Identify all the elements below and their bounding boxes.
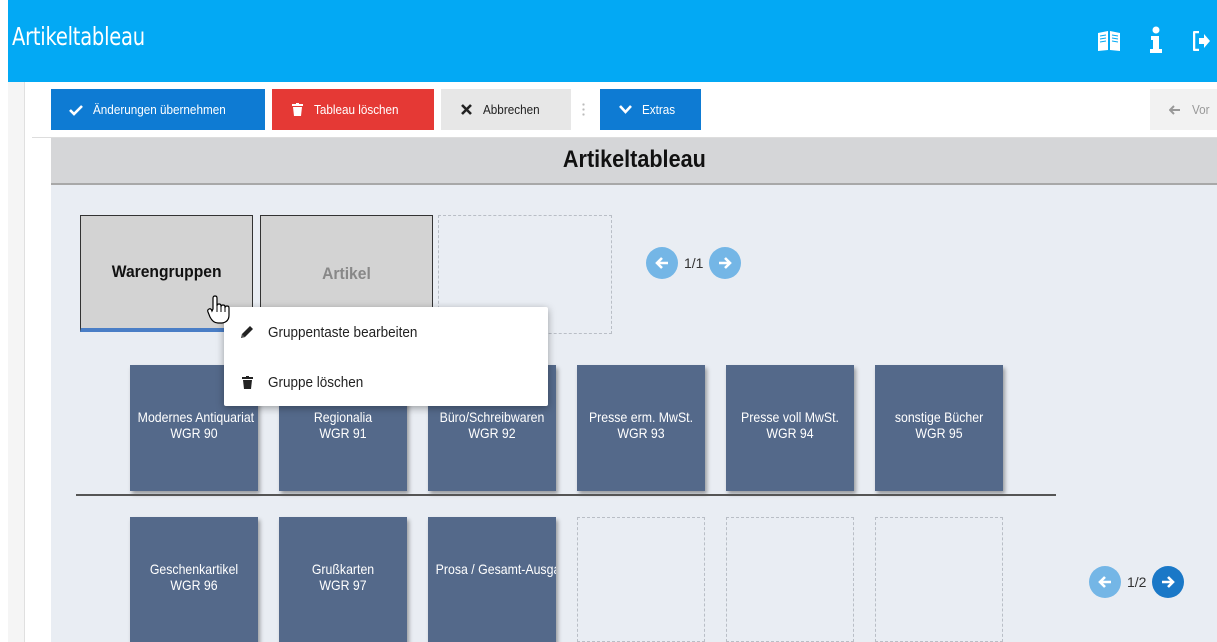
tile-code: WGR 97 [319, 577, 367, 593]
book-icon[interactable] [1097, 30, 1121, 57]
group-tile-wgr97[interactable]: Grußkarten WGR 97 [279, 517, 407, 642]
tile-code: WGR 91 [319, 425, 367, 441]
toolbar-separator [582, 102, 585, 118]
menu-item-delete-group[interactable]: Gruppe löschen [224, 363, 548, 401]
tabs-prev-button[interactable] [646, 247, 678, 279]
tile-name: Büro/Schreibwaren [439, 409, 545, 425]
logout-icon[interactable] [1192, 30, 1211, 56]
info-icon[interactable] [1149, 26, 1163, 59]
tile-name: Modernes Antiquariat [137, 409, 255, 425]
group-tile-wgr95[interactable]: sonstige Bücher WGR 95 [875, 365, 1003, 491]
next-button[interactable]: Vor [1150, 89, 1217, 130]
tableau-header: Artikeltableau [51, 138, 1217, 185]
tile-name: Regionalia [313, 409, 373, 425]
chevron-down-icon [618, 105, 632, 114]
arrow-right-icon [1162, 576, 1176, 588]
tabs-page-indicator: 1/1 [684, 255, 704, 271]
delete-tableau-label: Tableau löschen [314, 102, 399, 117]
close-icon [459, 104, 473, 115]
context-menu: Gruppentaste bearbeiten Gruppe löschen [224, 307, 548, 406]
menu-item-edit-group[interactable]: Gruppentaste bearbeiten [224, 313, 548, 351]
arrow-left-icon [1098, 576, 1111, 588]
extras-label: Extras [642, 102, 676, 117]
pencil-icon [240, 325, 254, 339]
group-tile-wgr96[interactable]: Geschenkartikel WGR 96 [130, 517, 258, 642]
tiles-page-indicator: 1/2 [1127, 574, 1147, 590]
row-divider [76, 494, 1056, 496]
next-label: Vor [1192, 102, 1210, 117]
tile-code: WGR 96 [170, 577, 218, 593]
arrow-left-icon [1168, 104, 1182, 115]
tile-code: WGR 90 [170, 425, 218, 441]
tile-name: Geschenkartikel [149, 561, 239, 577]
tiles-next-button[interactable] [1152, 566, 1185, 598]
group-tile-wgr94[interactable]: Presse voll MwSt. WGR 94 [726, 365, 854, 491]
tab-artikel-label: Artikel [322, 263, 371, 283]
tab-warengruppen-label: Warengruppen [111, 262, 222, 281]
left-gutter [8, 82, 25, 642]
empty-tile-slot[interactable] [875, 517, 1003, 642]
tile-code: WGR 95 [915, 425, 963, 441]
app-root: Artikeltableau Änderungen übernehmen Tab… [0, 0, 1217, 642]
tile-name: Prosa / Gesamt-Ausgaben [435, 561, 556, 577]
trash-icon [290, 103, 304, 116]
tile-code: WGR 92 [468, 425, 516, 441]
app-header: Artikeltableau [8, 0, 1217, 82]
apply-changes-label: Änderungen übernehmen [93, 102, 226, 117]
trash-icon [240, 375, 254, 389]
menu-item-label: Gruppentaste bearbeiten [268, 323, 418, 341]
tabs-pager: 1/1 [646, 247, 742, 279]
tile-code: WGR 93 [617, 425, 665, 441]
hand-cursor-icon [206, 295, 232, 330]
arrow-right-icon [719, 257, 733, 269]
group-tile-wgr93[interactable]: Presse erm. MwSt. WGR 93 [577, 365, 705, 491]
cancel-button[interactable]: Abbrechen [441, 89, 571, 130]
tile-name: sonstige Bücher [894, 409, 984, 425]
arrow-left-icon [655, 257, 668, 269]
extras-button[interactable]: Extras [600, 89, 701, 130]
tableau-title: Artikeltableau [562, 146, 706, 173]
tile-name: Presse erm. MwSt. [588, 409, 694, 425]
tile-code: WGR 94 [766, 425, 814, 441]
empty-tile-slot[interactable] [726, 517, 854, 642]
tiles-prev-button[interactable] [1089, 566, 1121, 598]
app-title: Artikeltableau [12, 22, 145, 51]
group-tile-prosa[interactable]: Prosa / Gesamt-Ausgaben [428, 517, 556, 642]
empty-tile-slot[interactable] [577, 517, 705, 642]
tile-name: Grußkarten [311, 561, 375, 577]
tabs-next-button[interactable] [709, 247, 742, 279]
tiles-pager: 1/2 [1089, 566, 1185, 598]
tile-name: Presse voll MwSt. [741, 409, 839, 425]
check-icon [69, 104, 83, 116]
delete-tableau-button[interactable]: Tableau löschen [272, 89, 434, 130]
apply-changes-button[interactable]: Änderungen übernehmen [51, 89, 265, 130]
menu-item-label: Gruppe löschen [268, 373, 364, 391]
cancel-label: Abbrechen [483, 102, 540, 117]
